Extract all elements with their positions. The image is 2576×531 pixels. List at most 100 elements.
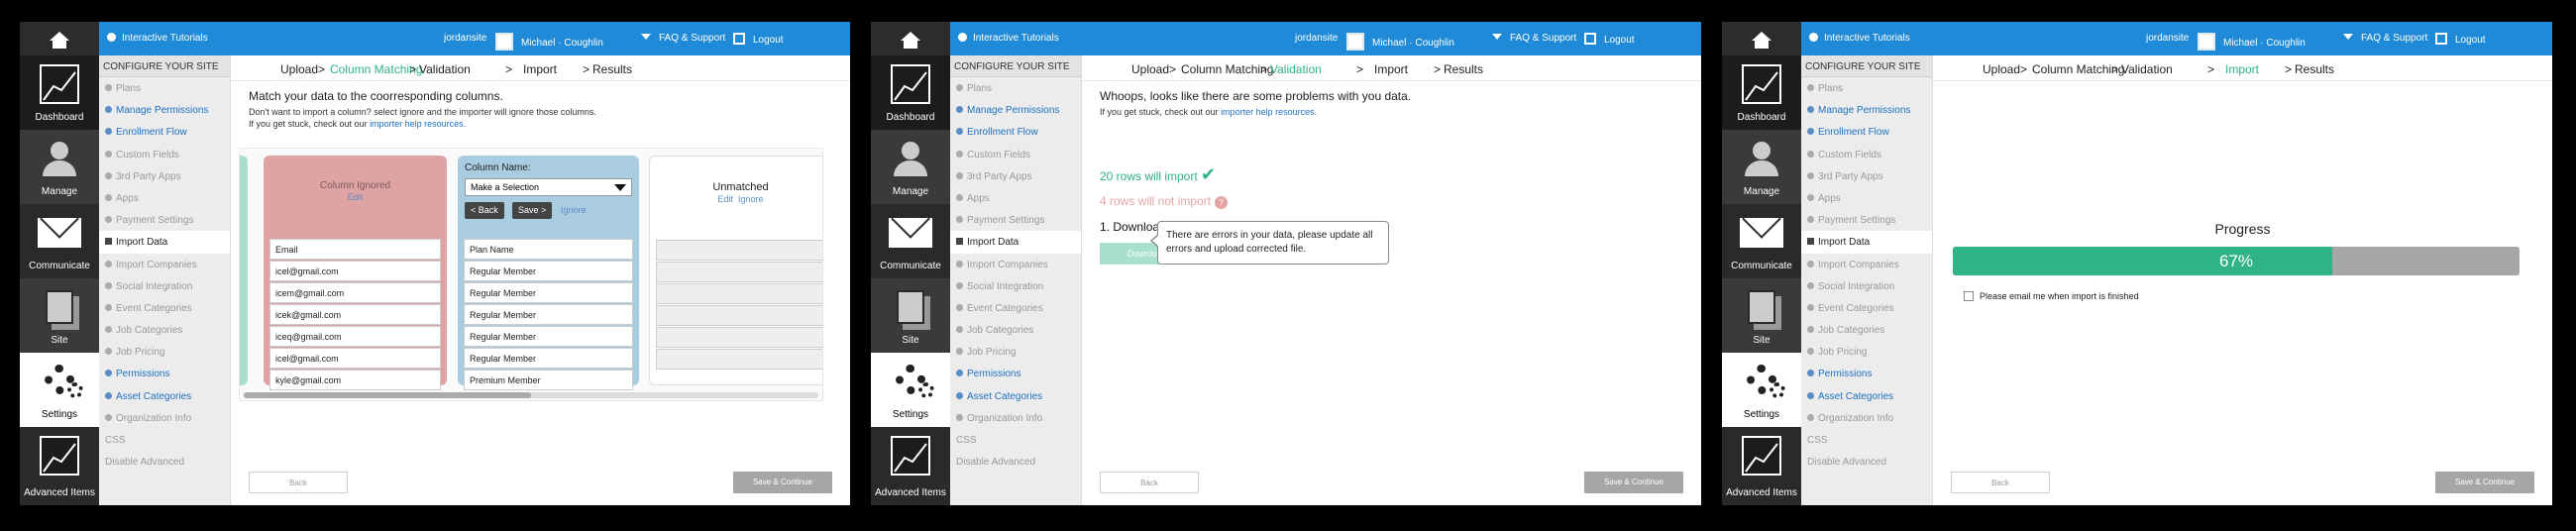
logout-link[interactable]: Logout [1584, 33, 1635, 46]
nav-dashboard[interactable]: Dashboard [1722, 55, 1801, 130]
sidebar-item[interactable]: Asset Categories [99, 385, 230, 407]
nav-communicate[interactable]: Communicate [1722, 204, 1801, 278]
sidebar-item[interactable]: Asset Categories [950, 385, 1081, 407]
sidebar-item[interactable]: Import Data [1801, 231, 1932, 254]
site-name[interactable]: jordansite [1295, 33, 1338, 44]
site-name[interactable]: jordansite [2146, 33, 2189, 44]
scroll-thumb[interactable] [244, 392, 531, 398]
faq-link[interactable]: FAQ & Support [641, 33, 725, 44]
back-button[interactable]: Back [1100, 472, 1199, 493]
edit-link[interactable]: Edit [717, 194, 733, 204]
nav-manage[interactable]: Manage [20, 130, 99, 204]
sidebar-item[interactable]: Payment Settings [99, 209, 230, 231]
sidebar-item[interactable]: Manage Permissions [950, 99, 1081, 121]
sidebar-item[interactable]: Import Data [950, 231, 1081, 254]
back-button[interactable]: Back [1951, 472, 2050, 493]
nav-settings[interactable]: Settings [20, 353, 99, 427]
sidebar-item[interactable]: Asset Categories [1801, 385, 1932, 407]
sidebar-item[interactable]: 3rd Party Apps [1801, 165, 1932, 187]
tutorials-link[interactable]: Interactive Tutorials [958, 33, 1059, 44]
nav-site[interactable]: Site [871, 278, 950, 353]
sidebar-item[interactable]: Import Companies [950, 254, 1081, 275]
edit-link[interactable]: Edit [264, 192, 447, 202]
user-menu[interactable]: Michael · Coughlin [1346, 33, 1454, 51]
back-button[interactable]: Back [249, 472, 348, 493]
sidebar-item[interactable]: CSS [950, 429, 1081, 451]
sidebar-item[interactable]: Manage Permissions [99, 99, 230, 121]
sidebar-item[interactable]: Organization Info [1801, 407, 1932, 429]
sidebar-item[interactable]: 3rd Party Apps [950, 165, 1081, 187]
sidebar-item[interactable]: Event Categories [950, 297, 1081, 319]
sidebar-item[interactable]: Payment Settings [950, 209, 1081, 231]
sidebar-item[interactable]: Custom Fields [1801, 144, 1932, 165]
sidebar-item[interactable]: CSS [99, 429, 230, 451]
sidebar-item[interactable]: Enrollment Flow [99, 121, 230, 143]
matched-column[interactable] [240, 156, 248, 385]
sidebar-item[interactable]: Apps [1801, 187, 1932, 209]
nav-communicate[interactable]: Communicate [871, 204, 950, 278]
nav-settings[interactable]: Settings [871, 353, 950, 427]
sidebar-item[interactable]: Plans [950, 77, 1081, 99]
sidebar-item[interactable]: Plans [99, 77, 230, 99]
sidebar-item[interactable]: Enrollment Flow [950, 121, 1081, 143]
nav-communicate[interactable]: Communicate [20, 204, 99, 278]
sidebar-item[interactable]: Job Pricing [1801, 341, 1932, 363]
sidebar-item[interactable]: Job Categories [99, 319, 230, 341]
sidebar-item[interactable]: Apps [99, 187, 230, 209]
sidebar-item[interactable]: Custom Fields [950, 144, 1081, 165]
sidebar-item[interactable]: Job Pricing [99, 341, 230, 363]
nav-home[interactable] [1722, 22, 1801, 55]
logout-link[interactable]: Logout [2435, 33, 2486, 46]
save-continue-button[interactable]: Save & Continue [2435, 472, 2534, 493]
sidebar-item[interactable]: CSS [1801, 429, 1932, 451]
sidebar-item[interactable]: Apps [950, 187, 1081, 209]
save-button[interactable]: Save > [512, 202, 553, 219]
faq-link[interactable]: FAQ & Support [1492, 33, 1576, 44]
sidebar-item[interactable]: Permissions [99, 363, 230, 384]
nav-home[interactable] [871, 22, 950, 55]
ignore-link[interactable]: Ignore [738, 194, 764, 204]
save-continue-button[interactable]: Save & Continue [1584, 472, 1683, 493]
help-link[interactable]: importer help resources. [1221, 107, 1317, 117]
save-continue-button[interactable]: Save & Continue [733, 472, 832, 493]
sidebar-item[interactable]: Permissions [1801, 363, 1932, 384]
nav-advanced[interactable]: Advanced Items [20, 427, 99, 505]
sidebar-item[interactable]: Import Companies [99, 254, 230, 275]
sidebar-item[interactable]: Payment Settings [1801, 209, 1932, 231]
sidebar-item[interactable]: Manage Permissions [1801, 99, 1932, 121]
sidebar-item[interactable]: Organization Info [950, 407, 1081, 429]
nav-manage[interactable]: Manage [1722, 130, 1801, 204]
site-name[interactable]: jordansite [444, 33, 486, 44]
column-select[interactable]: Make a Selection [465, 178, 632, 196]
back-button[interactable]: < Back [465, 202, 504, 219]
nav-home[interactable] [20, 22, 99, 55]
checkbox[interactable] [1964, 291, 1974, 301]
nav-manage[interactable]: Manage [871, 130, 950, 204]
sidebar-item[interactable]: Job Pricing [950, 341, 1081, 363]
nav-advanced[interactable]: Advanced Items [1722, 427, 1801, 505]
email-option[interactable]: Please email me when import is finished [1964, 291, 2139, 301]
sidebar-item[interactable]: Disable Advanced [1801, 451, 1932, 473]
user-menu[interactable]: Michael · Coughlin [495, 33, 603, 51]
sidebar-item[interactable]: Disable Advanced [950, 451, 1081, 473]
sidebar-item[interactable]: Job Categories [1801, 319, 1932, 341]
sidebar-item[interactable]: Event Categories [1801, 297, 1932, 319]
help-badge[interactable]: ? [1215, 196, 1229, 209]
horizontal-scrollbar[interactable] [244, 392, 818, 398]
faq-link[interactable]: FAQ & Support [2343, 33, 2427, 44]
nav-advanced[interactable]: Advanced Items [871, 427, 950, 505]
nav-dashboard[interactable]: Dashboard [871, 55, 950, 130]
help-link[interactable]: importer help resources. [370, 119, 466, 129]
tutorials-link[interactable]: Interactive Tutorials [1809, 33, 1910, 44]
sidebar-item[interactable]: Disable Advanced [99, 451, 230, 473]
sidebar-item[interactable]: Import Data [99, 231, 230, 254]
sidebar-item[interactable]: Job Categories [950, 319, 1081, 341]
sidebar-item[interactable]: 3rd Party Apps [99, 165, 230, 187]
logout-link[interactable]: Logout [733, 33, 784, 46]
sidebar-item[interactable]: Permissions [950, 363, 1081, 384]
sidebar-item[interactable]: Social Integration [1801, 275, 1932, 297]
sidebar-item[interactable]: Organization Info [99, 407, 230, 429]
nav-settings[interactable]: Settings [1722, 353, 1801, 427]
tutorials-link[interactable]: Interactive Tutorials [107, 33, 208, 44]
nav-site[interactable]: Site [1722, 278, 1801, 353]
